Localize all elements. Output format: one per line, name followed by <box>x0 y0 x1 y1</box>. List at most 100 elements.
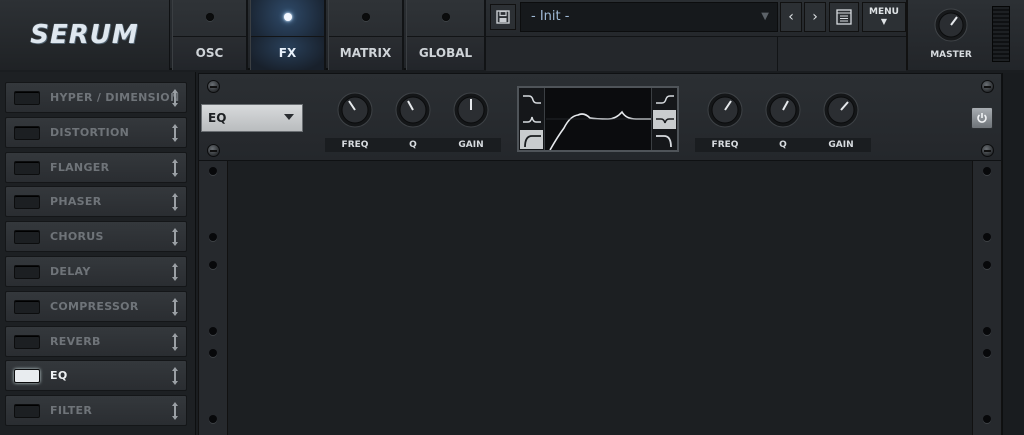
browser-icon <box>836 9 852 25</box>
drag-handle-icon[interactable] <box>171 227 179 247</box>
fx-item-label: EQ <box>50 369 68 383</box>
tab-global[interactable]: GLOBAL <box>406 0 486 70</box>
tab-fx[interactable]: FX <box>250 0 326 70</box>
preset-info-cell-right <box>778 37 906 71</box>
fx-editor-panel: EQ FREQ Q GAIN FREQ Q GAIN <box>198 73 1002 435</box>
band2-gain-knob[interactable] <box>823 92 859 128</box>
rack-hole <box>983 415 991 423</box>
drag-handle-icon[interactable] <box>171 158 179 178</box>
highshelf-filter-icon[interactable] <box>520 90 543 109</box>
next-preset-button[interactable]: › <box>804 2 826 32</box>
peak-filter-icon[interactable] <box>653 110 676 129</box>
rack-hole <box>983 349 991 357</box>
logo-text: SERUM <box>30 20 139 50</box>
save-preset-button[interactable] <box>490 4 516 30</box>
screw-icon <box>207 80 220 93</box>
fx-enable-switch[interactable] <box>14 160 40 175</box>
fx-enable-switch[interactable] <box>14 334 40 349</box>
tab-led <box>361 13 370 21</box>
rack-hole <box>209 261 217 269</box>
band1-q-knob[interactable] <box>395 92 431 128</box>
band2-filter-type-group <box>651 88 677 150</box>
fx-item-label: CHORUS <box>50 230 104 244</box>
module-power-button[interactable] <box>971 107 993 129</box>
fx-item-filter[interactable]: FILTER <box>5 395 187 427</box>
drag-handle-icon[interactable] <box>171 262 179 282</box>
band2-q-knob[interactable] <box>765 92 801 128</box>
fx-enable-switch[interactable] <box>14 230 40 245</box>
rack-hole <box>209 167 217 175</box>
output-meter <box>992 6 1010 62</box>
band1-gain-knob[interactable] <box>453 92 489 128</box>
screw-icon <box>981 144 994 157</box>
fx-item-label: FILTER <box>50 404 93 418</box>
prev-preset-button[interactable]: ‹ <box>780 2 802 32</box>
menu-label: MENU <box>869 7 899 17</box>
eq-module-header: EQ FREQ Q GAIN FREQ Q GAIN <box>198 73 1002 161</box>
fx-rack-list: HYPER / DIMENSION DISTORTION FLANGER PHA… <box>0 72 196 435</box>
fx-item-flanger[interactable]: FLANGER <box>5 151 187 183</box>
fx-enable-switch[interactable] <box>14 195 40 210</box>
preset-dropdown-icon: ▼ <box>761 11 769 22</box>
fx-item-compressor[interactable]: COMPRESSOR <box>5 290 187 322</box>
fx-item-label: HYPER / DIMENSION <box>50 91 180 104</box>
drag-handle-icon[interactable] <box>171 123 179 143</box>
fx-module-select[interactable]: EQ <box>201 104 303 132</box>
serum-window: SERUM OSC FX MATRIX GLOBAL - Init - ▼ ‹ ›… <box>0 0 1024 435</box>
fx-item-phaser[interactable]: PHASER <box>5 186 187 218</box>
tab-label: MATRIX <box>329 36 402 70</box>
highshelf-filter-icon[interactable] <box>653 90 676 109</box>
chevron-right-icon: › <box>812 9 818 25</box>
band2-freq-knob[interactable] <box>707 92 743 128</box>
master-label: MASTER <box>930 50 972 60</box>
band2-gain-label: GAIN <box>811 138 871 152</box>
drag-handle-icon[interactable] <box>171 332 179 352</box>
fx-item-eq[interactable]: EQ <box>5 360 187 392</box>
preset-browser-button[interactable] <box>829 2 859 32</box>
fx-enable-switch[interactable] <box>14 264 40 279</box>
screw-icon <box>981 80 994 93</box>
drag-handle-icon[interactable] <box>171 88 179 108</box>
highcut-filter-icon[interactable] <box>653 130 676 149</box>
fx-item-delay[interactable]: DELAY <box>5 255 187 287</box>
save-icon <box>496 10 510 24</box>
drag-handle-icon[interactable] <box>171 297 179 317</box>
fx-enable-switch[interactable] <box>14 125 40 140</box>
fx-enable-switch[interactable] <box>14 404 40 419</box>
tab-label: FX <box>251 36 324 70</box>
lowcut-filter-icon[interactable] <box>520 130 543 149</box>
fx-item-hyper-dimension[interactable]: HYPER / DIMENSION <box>5 82 187 113</box>
preset-name-field[interactable]: - Init - ▼ <box>520 2 778 32</box>
drag-handle-icon[interactable] <box>171 401 179 421</box>
preset-name: - Init - <box>531 9 570 24</box>
fx-enable-switch[interactable] <box>14 369 40 384</box>
peak-filter-icon[interactable] <box>520 110 543 129</box>
tab-led <box>283 13 292 21</box>
fx-enable-switch[interactable] <box>14 91 40 105</box>
fx-item-reverb[interactable]: REVERB <box>5 325 187 357</box>
tab-osc[interactable]: OSC <box>172 0 248 70</box>
rack-rail-left <box>198 161 228 435</box>
tab-matrix[interactable]: MATRIX <box>328 0 404 70</box>
preset-lower-row <box>486 36 906 71</box>
band1-freq-label: FREQ <box>325 138 385 152</box>
preset-info-cell <box>486 37 778 71</box>
fx-item-label: DISTORTION <box>50 125 130 139</box>
band1-freq-knob[interactable] <box>337 92 373 128</box>
eq-graph-display[interactable] <box>517 86 679 152</box>
fx-item-chorus[interactable]: CHORUS <box>5 221 187 253</box>
dropdown-arrow-icon <box>284 114 294 120</box>
fx-item-label: REVERB <box>50 334 101 348</box>
top-bar: SERUM OSC FX MATRIX GLOBAL - Init - ▼ ‹ ›… <box>0 0 1024 71</box>
drag-handle-icon[interactable] <box>171 366 179 386</box>
drag-handle-icon[interactable] <box>171 192 179 212</box>
fx-module-name: EQ <box>208 111 227 125</box>
master-volume-knob[interactable] <box>934 8 968 42</box>
serum-logo: SERUM <box>0 0 170 70</box>
menu-button[interactable]: MENU ▼ <box>862 2 906 32</box>
rack-hole <box>983 167 991 175</box>
eq-response-curve <box>546 110 651 150</box>
master-section: MASTER <box>906 0 1024 70</box>
fx-item-distortion[interactable]: DISTORTION <box>5 116 187 148</box>
fx-enable-switch[interactable] <box>14 299 40 314</box>
